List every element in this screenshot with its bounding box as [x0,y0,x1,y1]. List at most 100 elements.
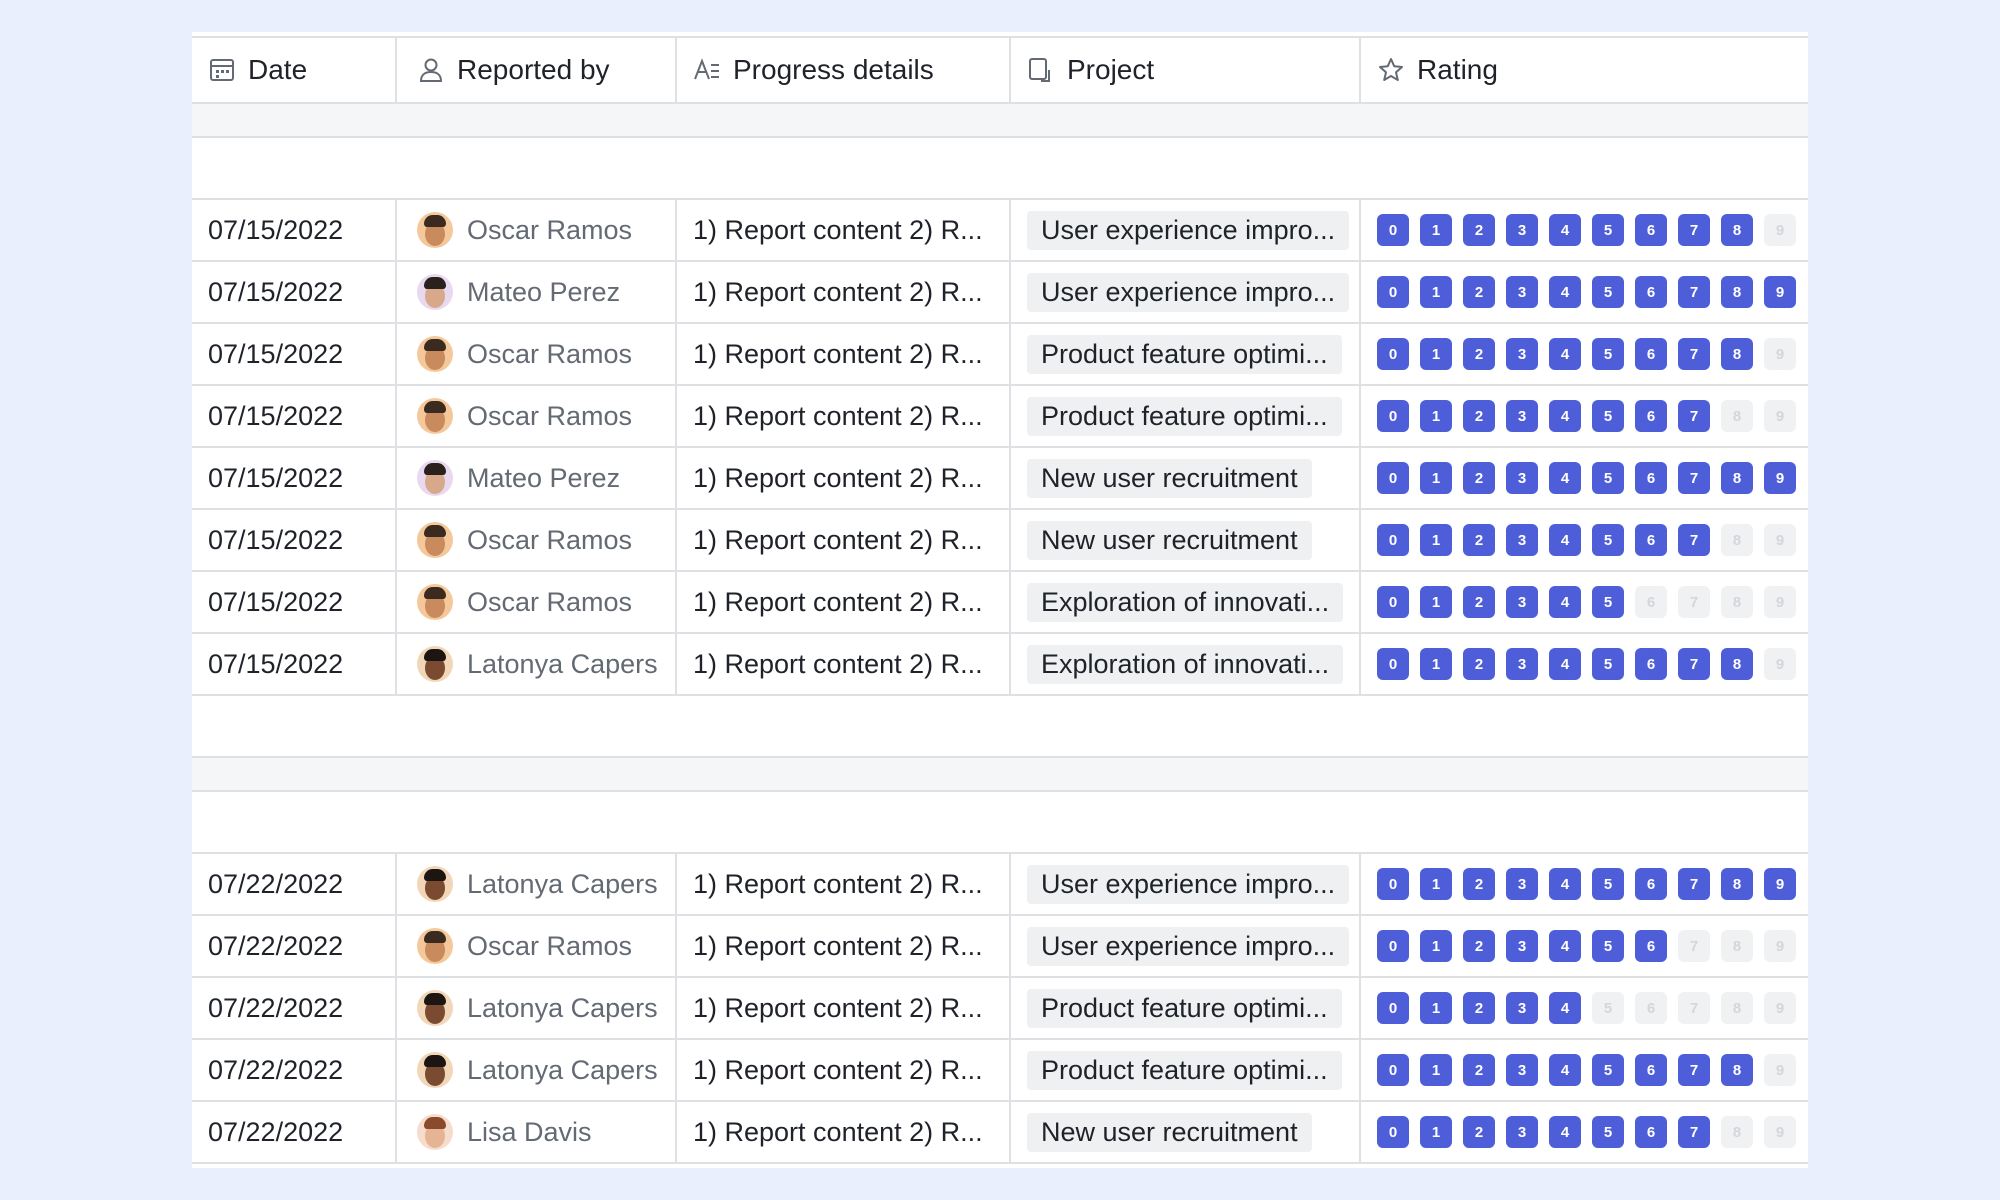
reporter-cell[interactable]: Latonya Capers [395,1040,675,1100]
rating-box[interactable]: 3 [1506,338,1538,370]
rating-box[interactable]: 1 [1420,992,1452,1024]
project-tag[interactable]: Product feature optimi... [1027,396,1342,436]
rating-scale[interactable]: 0123456789 [1377,930,1796,962]
rating-box[interactable]: 3 [1506,400,1538,432]
reporter-cell[interactable]: Oscar Ramos [395,572,675,632]
rating-scale[interactable]: 0123456789 [1377,462,1796,494]
rating-box[interactable]: 1 [1420,214,1452,246]
rating-box[interactable]: 0 [1377,462,1409,494]
rating-box[interactable]: 5 [1592,586,1624,618]
project-tag[interactable]: User experience impro... [1027,272,1350,312]
rating-box[interactable]: 8 [1721,214,1753,246]
rating-scale[interactable]: 0123456789 [1377,868,1796,900]
rating-box[interactable]: 5 [1592,400,1624,432]
project-cell[interactable]: Exploration of innovati... [1009,572,1359,632]
rating-box[interactable]: 3 [1506,1116,1538,1148]
progress-details-cell[interactable]: 1) Report content 2) R... [675,634,1009,694]
rating-box[interactable]: 0 [1377,1116,1409,1148]
rating-cell[interactable]: 0123456789 [1359,510,1808,570]
rating-box[interactable]: 7 [1678,586,1710,618]
rating-box[interactable]: 6 [1635,338,1667,370]
project-tag[interactable]: Exploration of innovati... [1027,644,1344,684]
table-row[interactable]: 07/15/2022 Oscar Ramos 1) Report content 2… [192,386,1808,448]
progress-details-cell[interactable]: 1) Report content 2) R... [675,1102,1009,1162]
progress-details-cell[interactable]: 1) Report content 2) R... [675,510,1009,570]
rating-cell[interactable]: 0123456789 [1359,634,1808,694]
date-cell[interactable]: 07/15/2022 [192,510,395,570]
rating-scale[interactable]: 0123456789 [1377,524,1796,556]
rating-box[interactable]: 6 [1635,462,1667,494]
rating-box[interactable]: 9 [1764,214,1796,246]
rating-box[interactable]: 9 [1764,992,1796,1024]
rating-box[interactable]: 3 [1506,524,1538,556]
rating-box[interactable]: 6 [1635,586,1667,618]
rating-cell[interactable]: 0123456789 [1359,1102,1808,1162]
reporter-cell[interactable]: Oscar Ramos [395,386,675,446]
rating-box[interactable]: 8 [1721,648,1753,680]
project-tag[interactable]: Exploration of innovati... [1027,582,1344,622]
rating-box[interactable]: 8 [1721,992,1753,1024]
group-header[interactable] [192,138,1808,200]
column-header-rating[interactable]: Rating [1359,38,1808,102]
rating-box[interactable]: 5 [1592,868,1624,900]
rating-box[interactable]: 7 [1678,462,1710,494]
rating-box[interactable]: 2 [1463,1116,1495,1148]
table-row[interactable]: 07/15/2022 Oscar Ramos 1) Report content 2… [192,510,1808,572]
rating-box[interactable]: 3 [1506,1054,1538,1086]
rating-box[interactable]: 9 [1764,524,1796,556]
rating-scale[interactable]: 0123456789 [1377,1054,1796,1086]
rating-box[interactable]: 3 [1506,586,1538,618]
date-cell[interactable]: 07/22/2022 [192,854,395,914]
rating-scale[interactable]: 0123456789 [1377,648,1796,680]
rating-box[interactable]: 2 [1463,930,1495,962]
rating-box[interactable]: 8 [1721,586,1753,618]
rating-box[interactable]: 6 [1635,276,1667,308]
rating-box[interactable]: 9 [1764,462,1796,494]
rating-cell[interactable]: 0123456789 [1359,1040,1808,1100]
rating-box[interactable]: 5 [1592,992,1624,1024]
rating-cell[interactable]: 0123456789 [1359,572,1808,632]
project-cell[interactable]: User experience impro... [1009,200,1359,260]
reporter-cell[interactable]: Lisa Davis [395,1102,675,1162]
reporter-cell[interactable]: Oscar Ramos [395,200,675,260]
date-cell[interactable]: 07/15/2022 [192,200,395,260]
rating-cell[interactable]: 0123456789 [1359,978,1808,1038]
rating-box[interactable]: 4 [1549,462,1581,494]
project-tag[interactable]: Product feature optimi... [1027,1050,1342,1090]
rating-box[interactable]: 7 [1678,338,1710,370]
rating-box[interactable]: 4 [1549,214,1581,246]
project-cell[interactable]: New user recruitment [1009,510,1359,570]
rating-box[interactable]: 7 [1678,1116,1710,1148]
date-cell[interactable]: 07/15/2022 [192,324,395,384]
table-row[interactable]: 07/15/2022 Mateo Perez 1) Report content 2… [192,448,1808,510]
rating-box[interactable]: 7 [1678,276,1710,308]
progress-details-cell[interactable]: 1) Report content 2) R... [675,854,1009,914]
rating-box[interactable]: 5 [1592,1054,1624,1086]
rating-box[interactable]: 8 [1721,1116,1753,1148]
rating-box[interactable]: 2 [1463,338,1495,370]
rating-box[interactable]: 5 [1592,462,1624,494]
table-row[interactable]: 07/22/2022 Latonya Capers 1) Report conten… [192,854,1808,916]
project-cell[interactable]: User experience impro... [1009,854,1359,914]
rating-box[interactable]: 5 [1592,338,1624,370]
rating-scale[interactable]: 0123456789 [1377,214,1796,246]
rating-box[interactable]: 1 [1420,338,1452,370]
reporter-cell[interactable]: Latonya Capers [395,634,675,694]
reporter-cell[interactable]: Oscar Ramos [395,916,675,976]
rating-box[interactable]: 2 [1463,214,1495,246]
rating-box[interactable]: 6 [1635,214,1667,246]
rating-box[interactable]: 2 [1463,648,1495,680]
rating-box[interactable]: 4 [1549,992,1581,1024]
rating-box[interactable]: 1 [1420,1054,1452,1086]
project-tag[interactable]: User experience impro... [1027,210,1350,250]
rating-box[interactable]: 8 [1721,930,1753,962]
rating-scale[interactable]: 0123456789 [1377,586,1796,618]
reporter-cell[interactable]: Latonya Capers [395,978,675,1038]
column-header-date[interactable]: Date [192,38,395,102]
date-cell[interactable]: 07/15/2022 [192,386,395,446]
rating-box[interactable]: 4 [1549,276,1581,308]
rating-box[interactable]: 6 [1635,992,1667,1024]
progress-details-cell[interactable]: 1) Report content 2) R... [675,386,1009,446]
table-row[interactable]: 07/22/2022 Latonya Capers 1) Report conten… [192,1040,1808,1102]
rating-box[interactable]: 5 [1592,648,1624,680]
